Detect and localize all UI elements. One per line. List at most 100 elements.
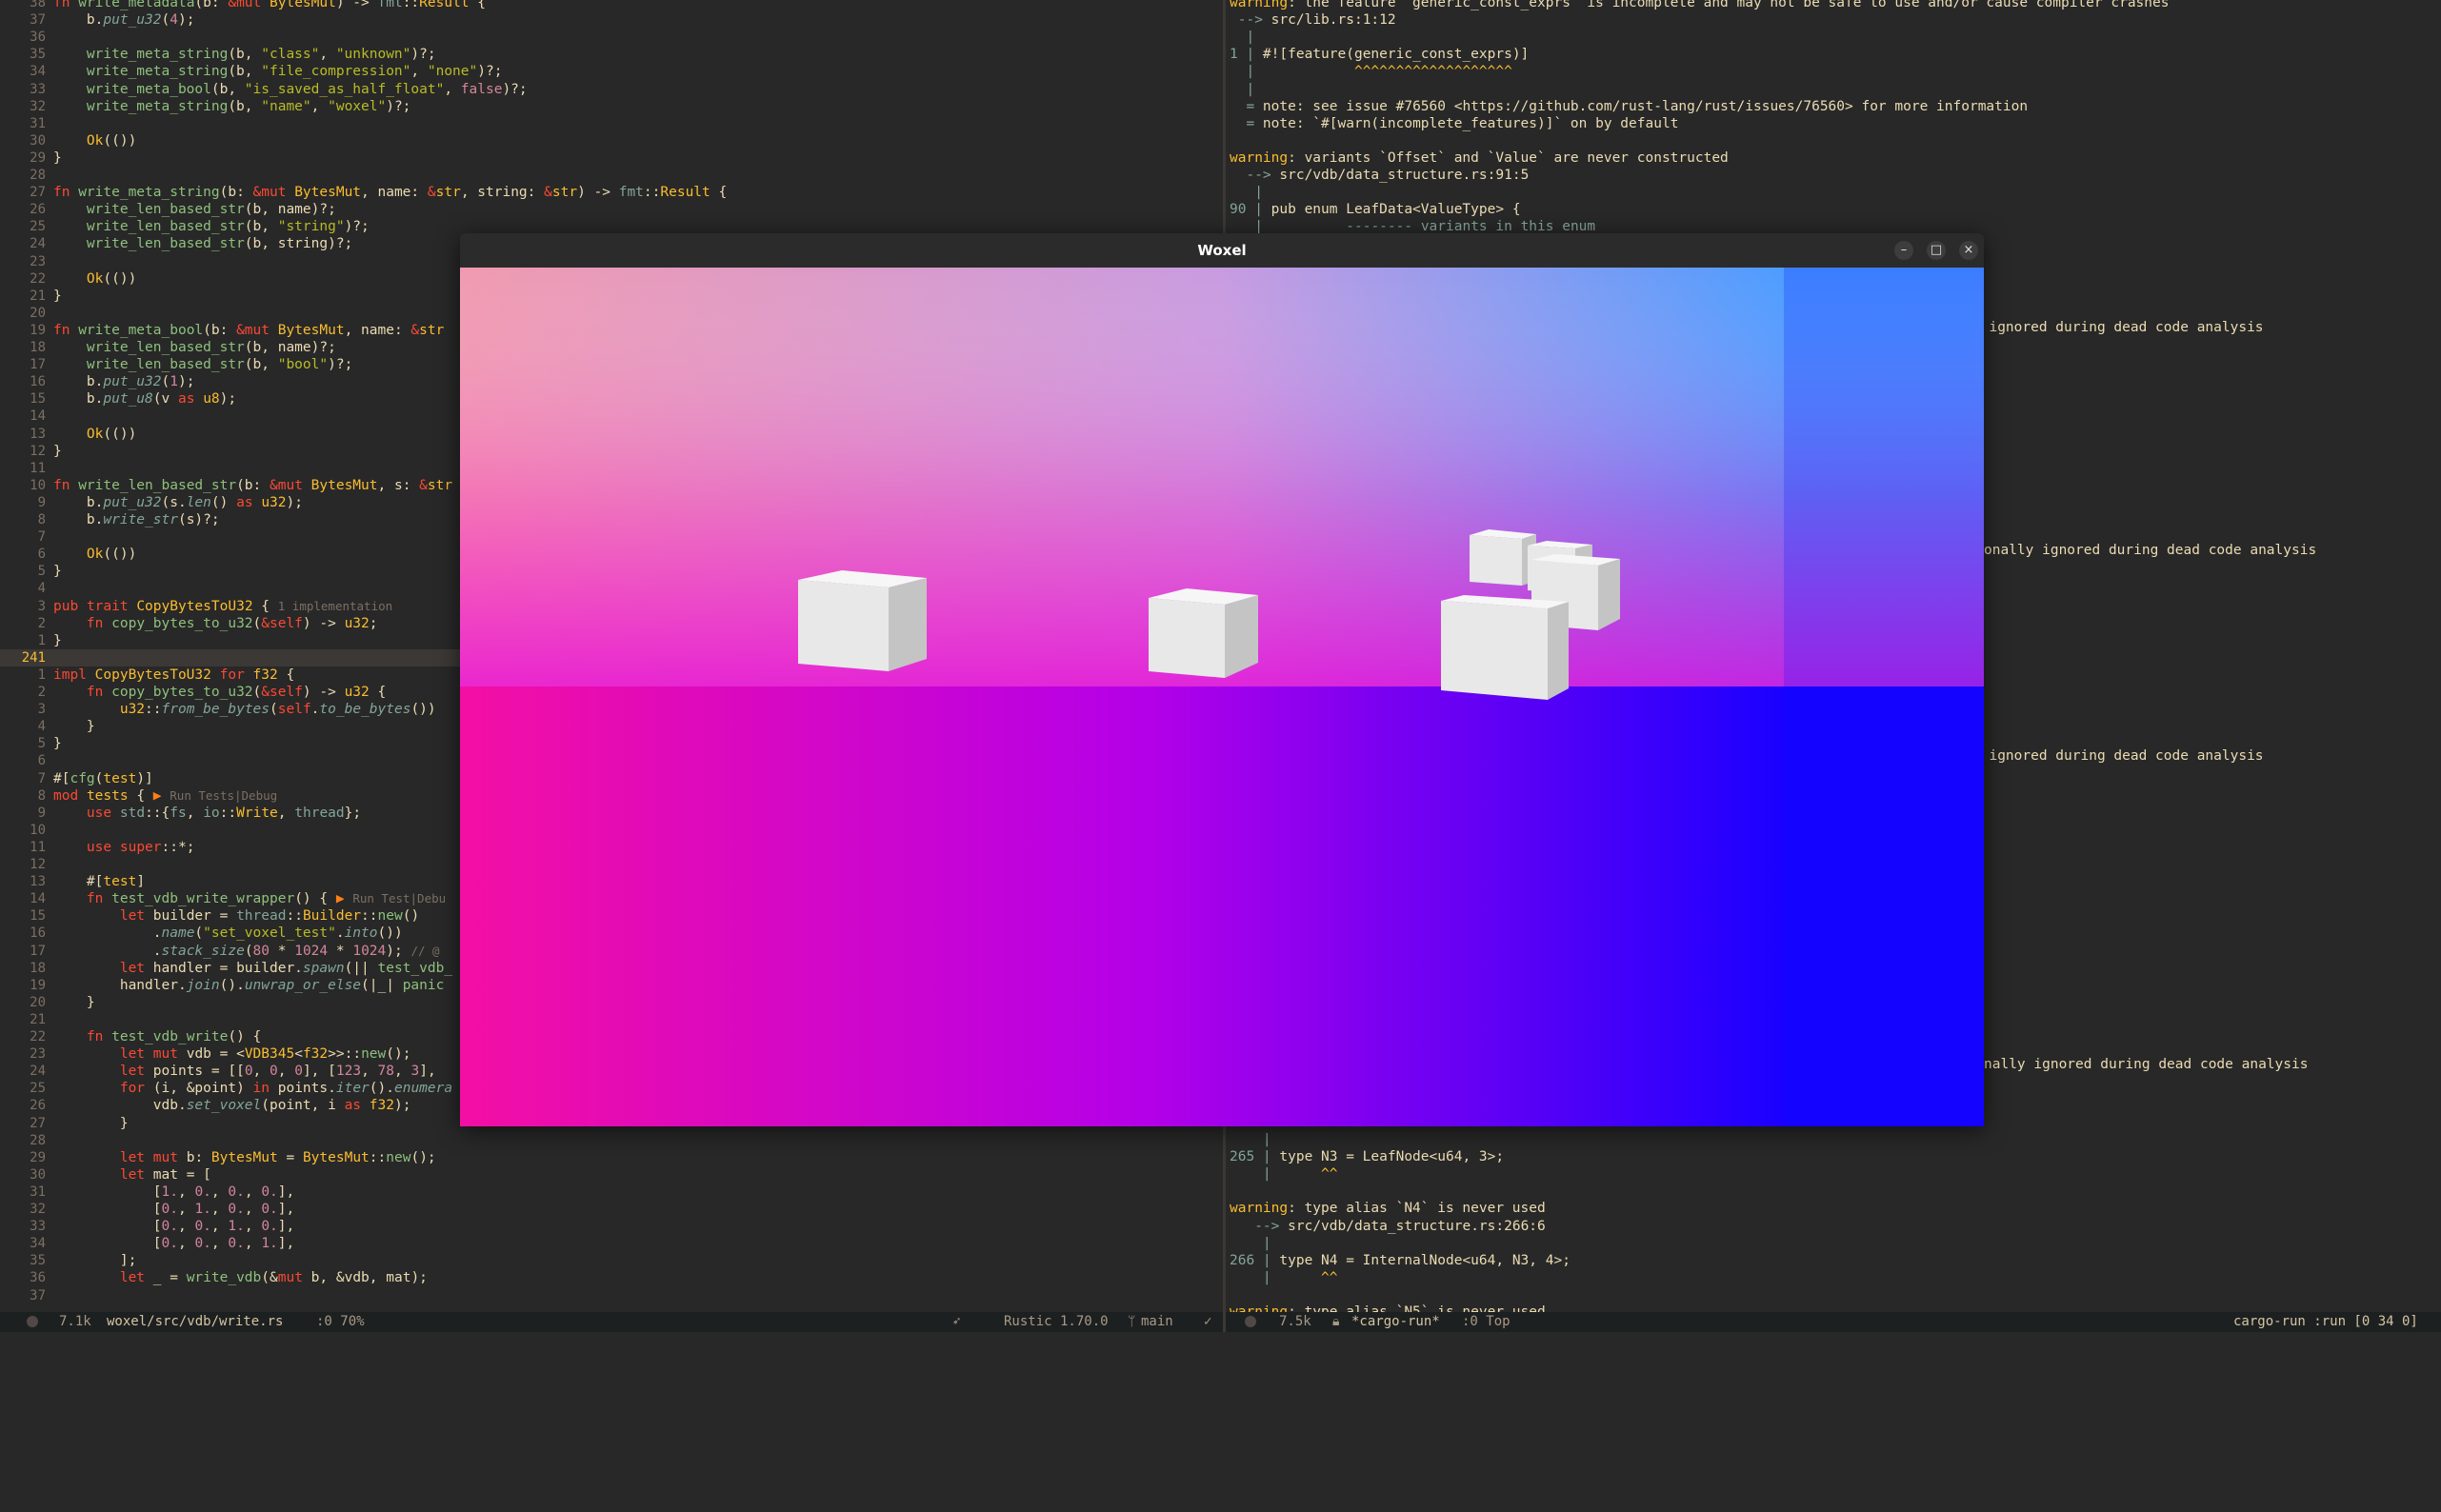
line-number: 1: [37, 632, 46, 648]
line-number: 21: [30, 288, 46, 304]
line-number: 10: [30, 822, 46, 838]
output-line: 90 | pub enum LeafData<ValueType> {: [1230, 202, 1521, 218]
cube-face-side: [1598, 559, 1620, 630]
code-line[interactable]: 37: [0, 1287, 1223, 1304]
code-line[interactable]: 33 write_meta_bool(b, "is_saved_as_half_…: [0, 81, 1223, 98]
code-line[interactable]: 36 let _ = write_vdb(&mut b, &vdb, mat);: [0, 1269, 1223, 1286]
line-number: 17: [30, 357, 46, 373]
code-line[interactable]: 33 [0., 0., 1., 0.],: [0, 1218, 1223, 1235]
code-line[interactable]: 28: [0, 1132, 1223, 1149]
rocket-icon: ➶: [952, 1314, 961, 1329]
output-line: --> src/vdb/data_structure.rs:91:5: [1246, 168, 1530, 183]
line-code: let _ = write_vdb(&mut b, &vdb, mat);: [119, 1270, 428, 1286]
line-number: 15: [30, 391, 46, 408]
line-code: Ok(()): [86, 547, 137, 563]
output-peek-line: y ignored during dead code analysis: [1972, 320, 2264, 335]
line-number: 7: [37, 529, 46, 546]
code-line[interactable]: 29 let mut b: BytesMut = BytesMut::new()…: [0, 1149, 1223, 1166]
woxel-window[interactable]: Woxel – □ ×: [460, 233, 1984, 1126]
code-line[interactable]: 32 [0., 1., 0., 0.],: [0, 1201, 1223, 1218]
code-line[interactable]: 31 [1., 0., 0., 0.],: [0, 1184, 1223, 1201]
output-line: = note: see issue #76560 <https://github…: [1246, 98, 2029, 114]
line-code: Ok(()): [86, 426, 137, 442]
window-titlebar[interactable]: Woxel – □ ×: [460, 233, 1984, 268]
close-button[interactable]: ×: [1959, 241, 1978, 260]
line-code: vdb.set_voxel(point, i as f32);: [53, 1098, 411, 1114]
line-number: 12: [30, 443, 46, 459]
editor-status-bar: 7.1k woxel/src/vdb/write.rs :0 70% ➶ Rus…: [0, 1312, 1223, 1332]
render-viewport[interactable]: [460, 268, 1984, 1126]
line-number: 38: [30, 0, 46, 10]
output-peek-line: y ignored during dead code analysis: [1972, 748, 2264, 764]
code-line[interactable]: 30 Ok(()): [0, 132, 1223, 149]
line-number: 36: [30, 30, 46, 46]
line-number: 10: [30, 477, 46, 493]
major-mode[interactable]: cargo-run :run [0 34 0]: [2233, 1312, 2418, 1332]
line-number: 9: [37, 805, 46, 821]
line-code: [1., 0., 0., 0.],: [53, 1184, 295, 1200]
code-line[interactable]: 36: [0, 29, 1223, 46]
line-code: b.write_str(s)?;: [53, 512, 220, 527]
code-line[interactable]: 34 write_meta_string(b, "file_compressio…: [0, 63, 1223, 80]
buffer-name[interactable]: *cargo-run*: [1351, 1312, 1440, 1332]
line-number: 4: [37, 719, 46, 735]
file-size: 7.1k: [59, 1314, 91, 1329]
line-code: Ok(()): [86, 132, 137, 149]
output-line: 266 | type N4 = InternalNode<u64, N3, 4>…: [1230, 1252, 1571, 1268]
line-number: 33: [30, 1219, 46, 1235]
code-line[interactable]: 37 b.put_u32(4);: [0, 11, 1223, 29]
buffer-state-indicator: [27, 1316, 38, 1327]
line-code: }: [53, 736, 62, 752]
window-title: Woxel: [1197, 242, 1247, 259]
code-line[interactable]: 27 fn write_meta_string(b: &mut BytesMut,…: [0, 184, 1223, 201]
voxel-scene: [460, 268, 1984, 1126]
line-number: 9: [37, 494, 46, 510]
code-line[interactable]: 31: [0, 115, 1223, 132]
code-line[interactable]: 30 let mat = [: [0, 1166, 1223, 1184]
line-number: 22: [30, 270, 46, 287]
code-line[interactable]: 28: [0, 167, 1223, 184]
line-code: use std::{fs, io::Write, thread};: [86, 805, 362, 821]
lock-icon: 🔒︎: [1332, 1314, 1340, 1329]
code-line[interactable]: 35 write_meta_string(b, "class", "unknow…: [0, 46, 1223, 63]
line-code: }: [53, 564, 62, 580]
output-line: | ^^: [1262, 1166, 1338, 1183]
line-code: write_meta_string(b, "class", "unknown")…: [86, 47, 436, 63]
code-line[interactable]: 29}: [0, 149, 1223, 167]
output-line: | ^^^^^^^^^^^^^^^^^^^: [1246, 64, 1512, 80]
line-code: }: [53, 719, 95, 735]
line-code: write_len_based_str(b, "string")?;: [86, 219, 370, 235]
line-number: 32: [30, 1202, 46, 1217]
code-line[interactable]: 38 fn write_metadata(b: &mut BytesMut) ->…: [0, 0, 1223, 11]
line-code: [0., 0., 1., 0.],: [53, 1219, 295, 1235]
minimize-button[interactable]: –: [1894, 241, 1913, 260]
line-code: }: [53, 632, 62, 648]
line-code: [0., 0., 0., 1.],: [53, 1236, 295, 1252]
line-number: 23: [30, 1046, 46, 1063]
line-number: 27: [30, 185, 46, 201]
cube-face-front: [1441, 601, 1548, 700]
line-number: 26: [30, 202, 46, 218]
line-number: 13: [30, 426, 46, 442]
line-code: .name("set_voxel_test".into()): [53, 925, 403, 942]
output-line: |: [1254, 185, 1263, 201]
maximize-button[interactable]: □: [1927, 241, 1946, 260]
cursor-position: :0 70%: [316, 1314, 365, 1329]
line-code: b.put_u32(4);: [53, 12, 195, 29]
line-number: 13: [30, 874, 46, 890]
cube-face-front: [1470, 535, 1522, 586]
line-number: 37: [30, 12, 46, 29]
code-line[interactable]: 26 write_len_based_str(b, name)?;: [0, 201, 1223, 218]
line-code: let mat = [: [119, 1166, 211, 1183]
code-line[interactable]: 34 [0., 0., 0., 1.],: [0, 1235, 1223, 1252]
line-code: handler.join().unwrap_or_else(|_| panic: [53, 977, 445, 993]
git-branch[interactable]: main: [1141, 1312, 1173, 1332]
line-code: impl CopyBytesToU32 for f32 {: [53, 666, 295, 683]
line-number: 12: [30, 857, 46, 872]
output-line: 265 | type N3 = LeafNode<u64, 3>;: [1230, 1149, 1505, 1165]
file-path[interactable]: woxel/src/vdb/write.rs: [107, 1312, 283, 1332]
line-number: 30: [30, 1166, 46, 1183]
lsp-status[interactable]: Rustic 1.70.0: [1004, 1312, 1109, 1332]
code-line[interactable]: 32 write_meta_string(b, "name", "woxel")…: [0, 98, 1223, 115]
code-line[interactable]: 35 ];: [0, 1252, 1223, 1269]
